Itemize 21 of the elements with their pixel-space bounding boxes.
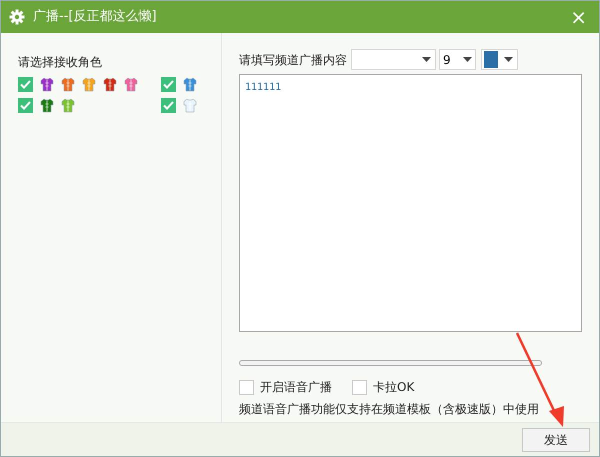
gear-icon <box>9 9 25 25</box>
option-label: 开启语音广播 <box>260 379 332 396</box>
caret-icon <box>422 57 431 62</box>
roles-label: 请选择接收角色 <box>18 54 103 71</box>
content-label: 请填写频道广播内容 <box>239 52 347 68</box>
send-button[interactable]: 发送 <box>522 428 590 452</box>
caret-icon <box>504 57 513 62</box>
checkbox[interactable] <box>161 98 176 113</box>
checkbox[interactable] <box>18 98 33 113</box>
content-textarea[interactable]: 111111 <box>239 74 582 332</box>
caret-icon <box>463 57 472 62</box>
note-text: 频道语音广播功能仅支持在频道模板（含极速版）中使用 <box>239 401 540 418</box>
color-dropdown[interactable] <box>481 49 518 70</box>
window-title: 广播--[反正都这么懒] <box>33 8 157 26</box>
option-label: 卡拉OK <box>373 379 414 396</box>
checkbox[interactable] <box>352 380 367 394</box>
checkbox[interactable] <box>18 77 33 92</box>
checkbox[interactable] <box>161 77 176 92</box>
checkbox[interactable] <box>239 380 254 394</box>
font-dropdown[interactable] <box>351 49 436 70</box>
size-dropdown[interactable]: 9 <box>439 49 476 70</box>
